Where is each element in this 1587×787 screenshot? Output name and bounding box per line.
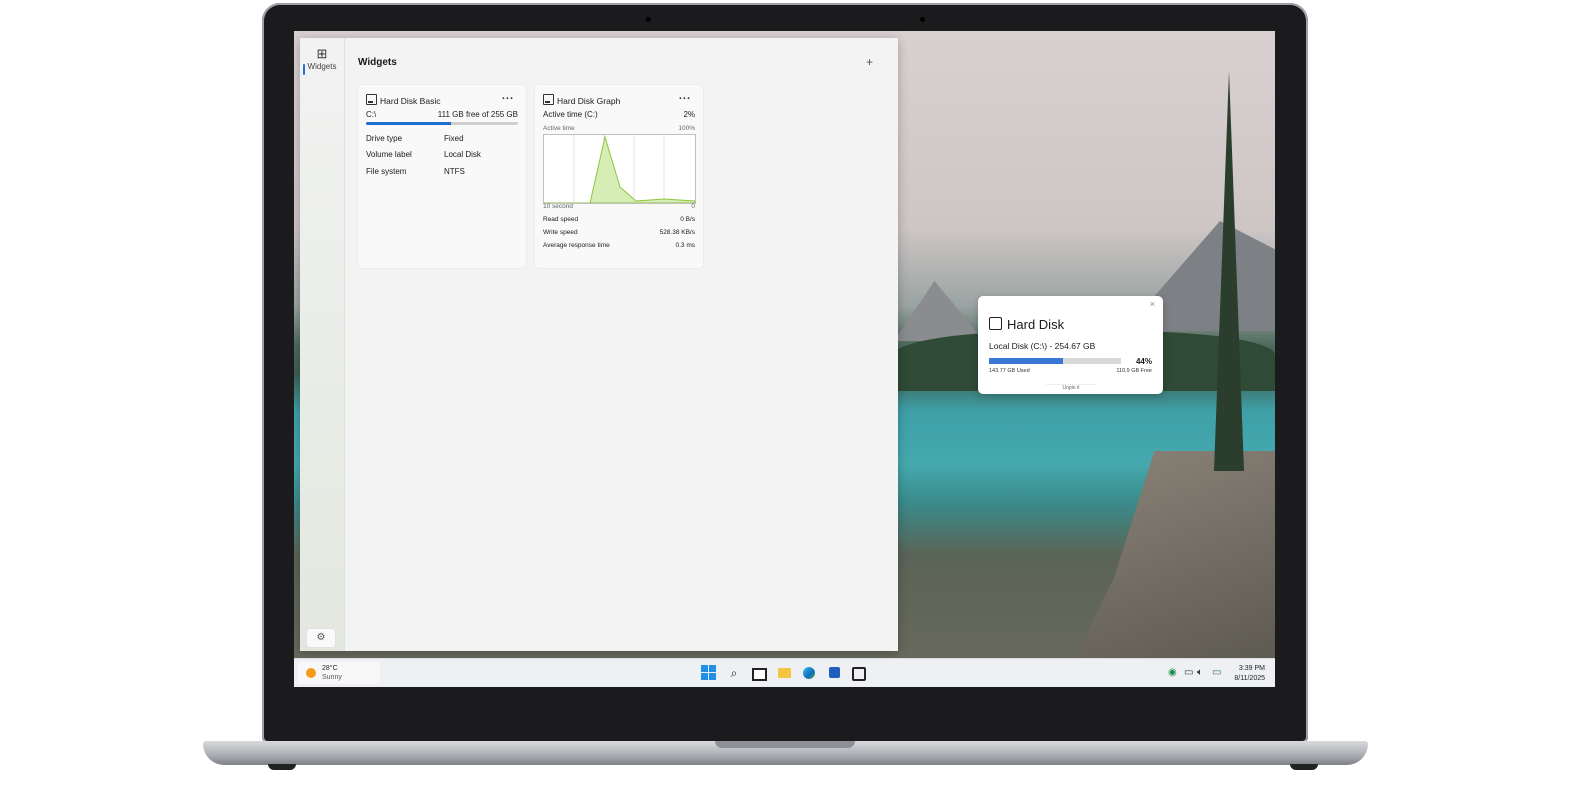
rail-label: Widgets (307, 62, 337, 71)
gear-icon: ⚙ (316, 632, 326, 643)
laptop-foot (1290, 764, 1318, 770)
activity-line (544, 135, 696, 204)
stat-value: 0 B/s (680, 216, 695, 223)
side-rail: ⊞ Widgets ⚙ (300, 38, 345, 651)
stat-value: 0.3 ms (675, 242, 695, 249)
usage-bar-fill (366, 122, 452, 125)
windows-start-icon[interactable] (701, 665, 717, 681)
row-value: NTFS (444, 167, 465, 176)
more-options-button[interactable]: ... (502, 90, 514, 102)
selected-indicator (303, 64, 305, 75)
shield-icon[interactable]: ◉ (1168, 667, 1177, 678)
hard-disk-icon (989, 317, 1002, 330)
more-options-button[interactable]: ... (679, 90, 691, 102)
usage-percent: 44% (1135, 357, 1152, 366)
active-time-value: 2% (683, 110, 695, 119)
row-value: Local Disk (444, 150, 481, 159)
search-icon[interactable]: ⌕ (726, 665, 742, 681)
battery-icon[interactable]: ▭ (1212, 667, 1221, 678)
graph-min-label: 0 (691, 203, 695, 210)
hard-disk-icon (366, 94, 377, 105)
task-view-icon[interactable] (751, 665, 767, 681)
taskbar: 28°C Sunny ⌕ ◉ ▭ 🔈︎ ▭ 3:39 PM 8/11/2025 (294, 658, 1275, 687)
network-icon[interactable]: ▭ (1184, 667, 1193, 678)
widgets-window: ⊞ Widgets ⚙ Widgets + Hard Disk Basic ..… (300, 38, 898, 651)
stat-label: Average response time (543, 242, 610, 249)
camera-dot (646, 17, 651, 22)
disk-summary: Local Disk (C:\) - 254.67 GB (989, 341, 1096, 351)
used-space: 143.77 GB Used (989, 368, 1030, 374)
date: 8/11/2025 (1234, 675, 1265, 682)
sun-icon (306, 668, 316, 678)
laptop-notch (715, 741, 855, 748)
usage-bar-fill (989, 358, 1063, 364)
widgets-icon: ⊞ (316, 46, 328, 61)
row-value: Fixed (444, 134, 464, 143)
settings-button[interactable]: ⚙ (306, 628, 336, 648)
add-widget-button[interactable]: + (866, 55, 873, 69)
hard-disk-popup: × Hard Disk Local Disk (C:\) - 254.67 GB… (978, 296, 1163, 394)
volume-icon[interactable]: 🔈︎ (1197, 667, 1203, 678)
free-space: 110.9 GB Free (1116, 368, 1152, 374)
row-label: Drive type (366, 134, 403, 143)
activity-graph-svg (544, 135, 696, 204)
row-label: Volume label (366, 150, 412, 159)
laptop-foot (268, 764, 296, 770)
weather-widget[interactable]: 28°C Sunny (298, 662, 380, 684)
hard-disk-icon (543, 94, 554, 105)
hard-disk-graph-card: Hard Disk Graph ... Active time (C:) 2% … (535, 85, 703, 268)
usage-bar (366, 122, 518, 125)
stat-label: Write speed (543, 229, 578, 236)
rail-item-widgets[interactable]: ⊞ Widgets (302, 46, 342, 82)
hard-disk-basic-card: Hard Disk Basic ... C:\ 111 GB free of 2… (358, 85, 526, 268)
card-title: Hard Disk Graph (557, 96, 621, 106)
stat-value: 528.38 KB/s (659, 229, 695, 236)
active-time-label: Active time (C:) (543, 110, 598, 119)
clock[interactable]: 3:39 PM 8/11/2025 (1231, 664, 1265, 684)
row-label: File system (366, 167, 407, 176)
unpin-button[interactable]: Unpin it (1046, 384, 1096, 391)
graph-max-label: 100% (678, 125, 695, 132)
plus-icon: + (866, 55, 874, 69)
mountain (894, 281, 984, 341)
graph-time-label: 10 second (543, 203, 573, 210)
drive-letter: C:\ (366, 110, 377, 119)
page-title: Widgets (358, 57, 397, 68)
hard-disk-app-icon[interactable] (851, 665, 867, 681)
graph-label: Active time (543, 125, 575, 132)
stat-label: Read speed (543, 216, 579, 223)
free-space-text: 111 GB free of 255 GB (437, 110, 518, 119)
screen: ⊞ Widgets ⚙ Widgets + Hard Disk Basic ..… (294, 31, 1275, 687)
edge-icon[interactable] (801, 665, 817, 681)
rocky-shore (1074, 451, 1275, 661)
store-icon[interactable] (826, 665, 842, 681)
activity-graph (543, 134, 696, 204)
time: 3:39 PM (1238, 665, 1265, 672)
popup-title: Hard Disk (1007, 317, 1065, 332)
usage-bar (989, 358, 1121, 364)
close-button[interactable]: × (1150, 299, 1155, 309)
file-explorer-icon[interactable] (776, 665, 792, 681)
temperature: 28°C (322, 665, 338, 672)
card-title: Hard Disk Basic (380, 96, 441, 106)
camera-dot (920, 17, 925, 22)
weather-condition: Sunny (322, 674, 342, 681)
